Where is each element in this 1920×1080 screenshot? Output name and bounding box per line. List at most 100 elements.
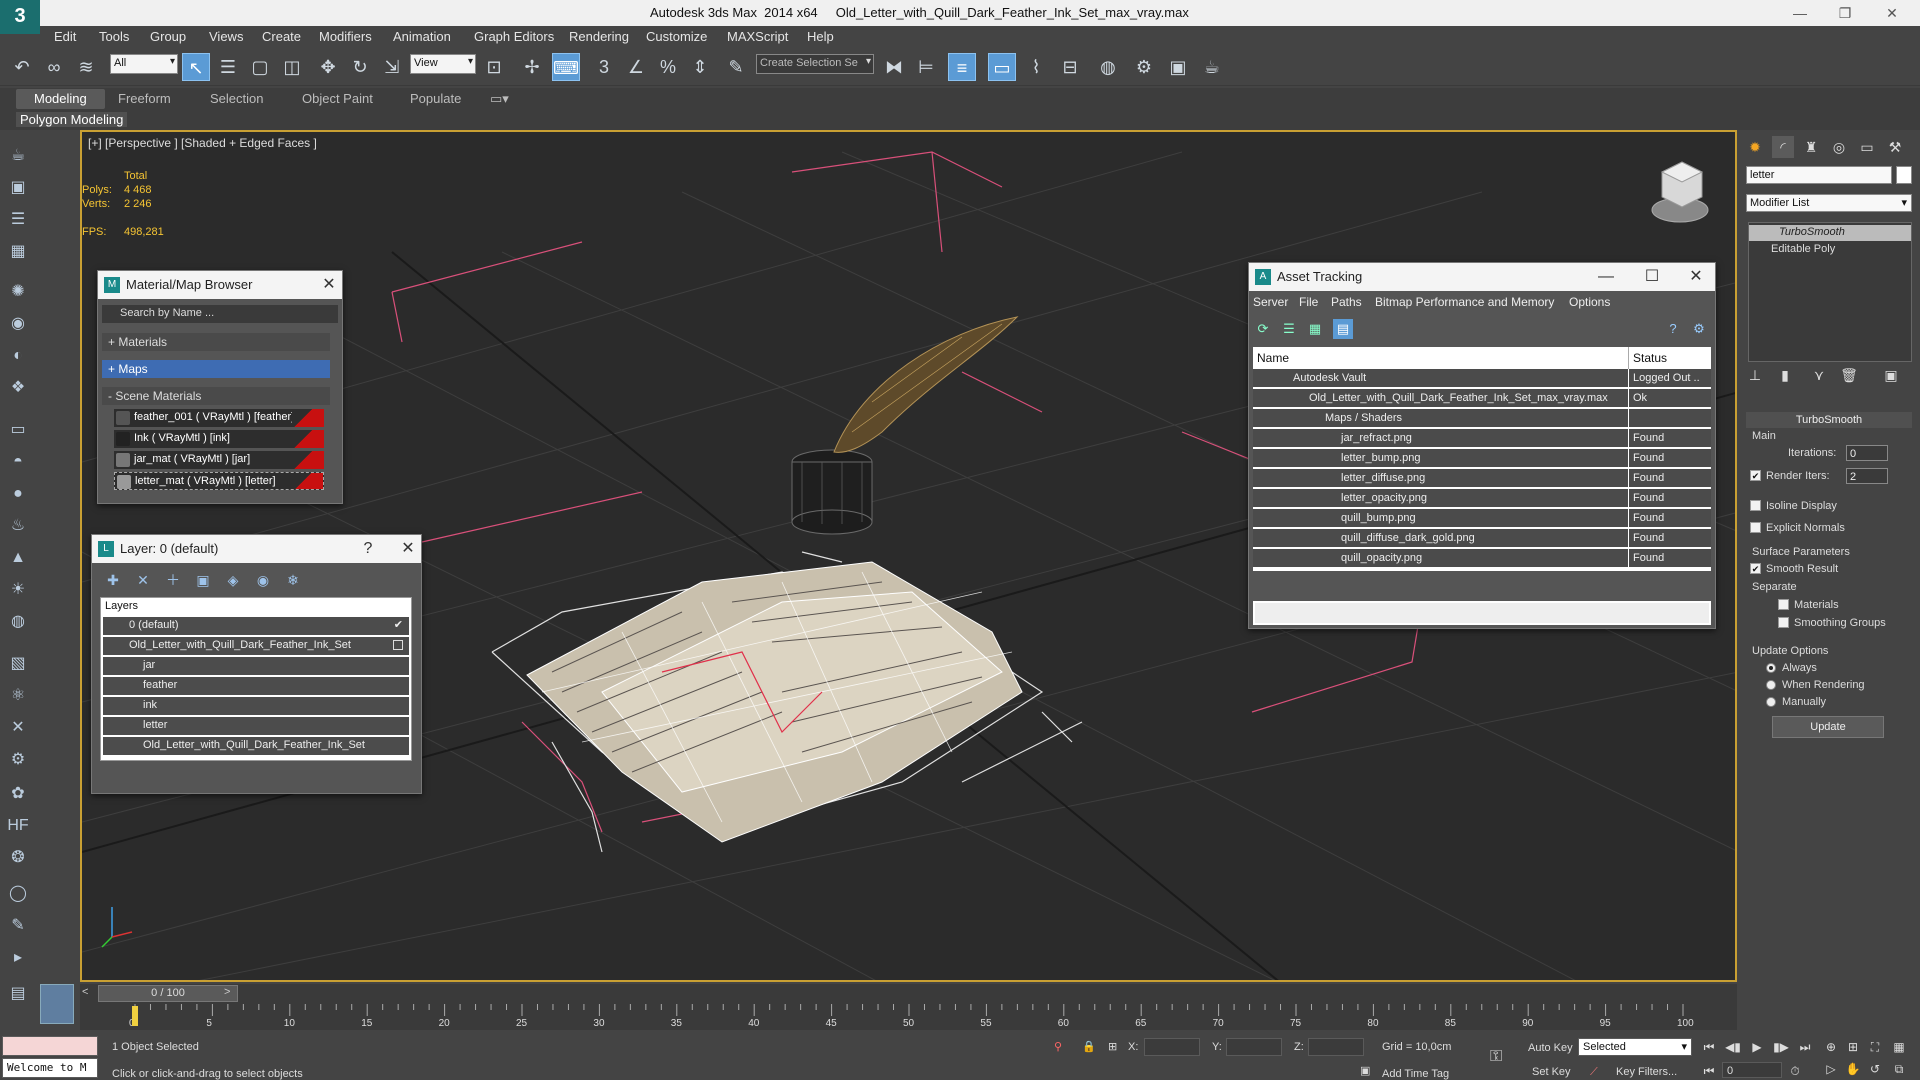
key-filters-button[interactable]: Key Filters... [1616,1066,1677,1078]
manually-radio[interactable] [1766,697,1776,707]
light-icon[interactable]: ✺ [6,280,30,304]
maximize-viewport-icon[interactable]: ⧉ [1890,1060,1908,1078]
restore-icon[interactable]: ❐ [1825,2,1865,24]
layer-row[interactable]: ink [103,697,409,715]
graphite-ribbon-icon[interactable]: ▭ [988,53,1016,81]
asset-menu-options[interactable]: Options [1569,295,1610,309]
modifier-list-select[interactable]: Modifier List ▾ [1746,194,1912,212]
spinner-snap-icon[interactable]: ⇕ [686,53,714,81]
make-unique-icon[interactable]: ⋎ [1808,364,1830,386]
layer-row[interactable]: jar [103,657,409,675]
globe-icon[interactable]: ◯ [6,882,30,906]
asset-row[interactable]: letter_bump.png Found [1253,449,1711,468]
key-icon[interactable]: ⚿ [1490,1048,1502,1066]
maps-group[interactable]: + Maps [102,360,330,378]
list-view-icon[interactable]: ☰ [1279,319,1299,339]
stack-icon[interactable]: ▤ [6,982,30,1006]
tab-selection[interactable]: Selection [210,91,263,106]
motion-tab-icon[interactable]: ◎ [1828,136,1850,158]
y-coordinate-input[interactable] [1226,1038,1282,1056]
scale-icon[interactable]: ⇲ [378,53,406,81]
align-icon[interactable]: ⊨ [912,53,940,81]
menu-edit[interactable]: Edit [54,29,76,44]
viewport-label[interactable]: [+] [Perspective ] [Shaded + Edged Faces… [88,136,317,150]
minimize-icon[interactable]: — [1780,2,1820,24]
explicit-normals-checkbox[interactable] [1750,522,1761,533]
show-end-result-icon[interactable]: ▮ [1774,364,1796,386]
render-iters-checkbox[interactable]: ✔ [1750,470,1761,481]
key-mode-toggle-icon[interactable]: ⏮ [1700,1062,1718,1080]
scene-materials-group[interactable]: - Scene Materials [102,387,330,405]
play-icon[interactable]: ▶ [1748,1038,1766,1056]
freeze-layers-icon[interactable]: ❄ [282,569,304,591]
menu-animation[interactable]: Animation [393,29,451,44]
render-production-icon[interactable]: ☕ [1198,53,1226,81]
window-crossing-icon[interactable]: ◫ [278,53,306,81]
active-layer-checkbox[interactable] [393,640,403,650]
menu-graph-editors[interactable]: Graph Editors [474,29,554,44]
asset-menu-paths[interactable]: Paths [1331,295,1362,309]
material-item-jar[interactable]: jar_mat ( VRayMtl ) [jar] [114,451,324,469]
time-config-icon[interactable]: ⏱ [1786,1062,1804,1080]
close-icon[interactable]: ✕ [1872,2,1912,24]
helper-icon[interactable]: ◐ [6,344,30,368]
hair-icon[interactable]: HF [6,814,30,838]
pivot-center-icon[interactable]: ⊡ [480,53,508,81]
asset-row[interactable]: letter_diffuse.png Found [1253,469,1711,488]
menu-rendering[interactable]: Rendering [569,29,629,44]
layer-row[interactable]: letter [103,717,409,735]
plane-icon[interactable]: ▧ [6,652,30,676]
isolate-icon[interactable]: ⚲ [1054,1040,1062,1053]
refresh-icon[interactable]: ⟳ [1253,319,1273,339]
hierarchy-tab-icon[interactable]: ♜ [1800,136,1822,158]
gear-icon[interactable]: ⚙ [6,748,30,772]
object-color-swatch[interactable] [1896,166,1912,184]
link-icon[interactable]: ∞ [40,53,68,81]
materials-group[interactable]: + Materials [102,333,330,351]
next-frame-icon[interactable]: > [224,986,230,998]
z-coordinate-input[interactable] [1308,1038,1364,1056]
stack-item-editable-poly[interactable]: Editable Poly [1749,242,1911,258]
asset-menu-server[interactable]: Server [1253,295,1288,309]
bind-spacewarp-icon[interactable]: ≋ [72,53,100,81]
absolute-mode-icon[interactable]: ⊞ [1108,1040,1117,1053]
create-tab-icon[interactable]: ✹ [1744,136,1766,158]
object-name-input[interactable]: letter [1746,166,1892,184]
current-frame-input[interactable]: 0 [1722,1062,1782,1078]
curve-editor-icon[interactable]: ⌇ [1022,53,1050,81]
reference-coordinate-select[interactable]: View ▾ [410,54,476,74]
plant-icon[interactable]: ✿ [6,782,30,806]
add-to-layer-icon[interactable]: ＋ [162,569,184,591]
material-browser-title-bar[interactable]: M Material/Map Browser [98,271,342,299]
angle-snap-icon[interactable]: ∠ [622,53,650,81]
add-time-tag-button[interactable]: Add Time Tag [1382,1068,1449,1080]
goto-start-icon[interactable]: ⏮ [1700,1038,1718,1056]
menu-group[interactable]: Group [150,29,186,44]
menu-views[interactable]: Views [209,29,243,44]
remove-modifier-icon[interactable]: 🗑 [1838,364,1860,386]
tab-populate[interactable]: Populate [410,91,461,106]
menu-help[interactable]: Help [807,29,834,44]
time-cursor[interactable] [132,1006,138,1026]
material-browser-close-icon[interactable]: ✕ [318,271,340,299]
time-tag-icon[interactable]: ▣ [1360,1064,1370,1077]
molecule-icon[interactable]: ⚛ [6,684,30,708]
snap-toggle-icon[interactable]: 3 [590,53,618,81]
sun-icon[interactable]: ☀ [6,578,30,602]
box-icon[interactable]: ▭ [6,418,30,442]
set-key-button[interactable]: Set Key [1532,1066,1571,1078]
material-editor-icon[interactable]: ◍ [1094,53,1122,81]
script-icon[interactable]: ✎ [6,914,30,938]
asset-row[interactable]: quill_opacity.png Found [1253,549,1711,568]
iterations-input[interactable]: 0 [1846,445,1888,461]
modify-tab-icon[interactable]: ◜ [1772,136,1794,158]
app-logo-button[interactable]: 3 [0,0,40,34]
always-radio[interactable] [1766,663,1776,673]
asset-menu-bitmap[interactable]: Bitmap Performance and Memory [1375,295,1554,309]
update-button[interactable]: Update [1772,716,1884,738]
teapot-icon[interactable]: ☕ [6,144,30,168]
named-selection-set-input[interactable]: Create Selection Se ▾ [756,54,874,74]
auto-key-button[interactable]: Auto Key [1528,1042,1573,1054]
menu-customize[interactable]: Customize [646,29,707,44]
tab-modeling[interactable]: Modeling [16,89,105,109]
